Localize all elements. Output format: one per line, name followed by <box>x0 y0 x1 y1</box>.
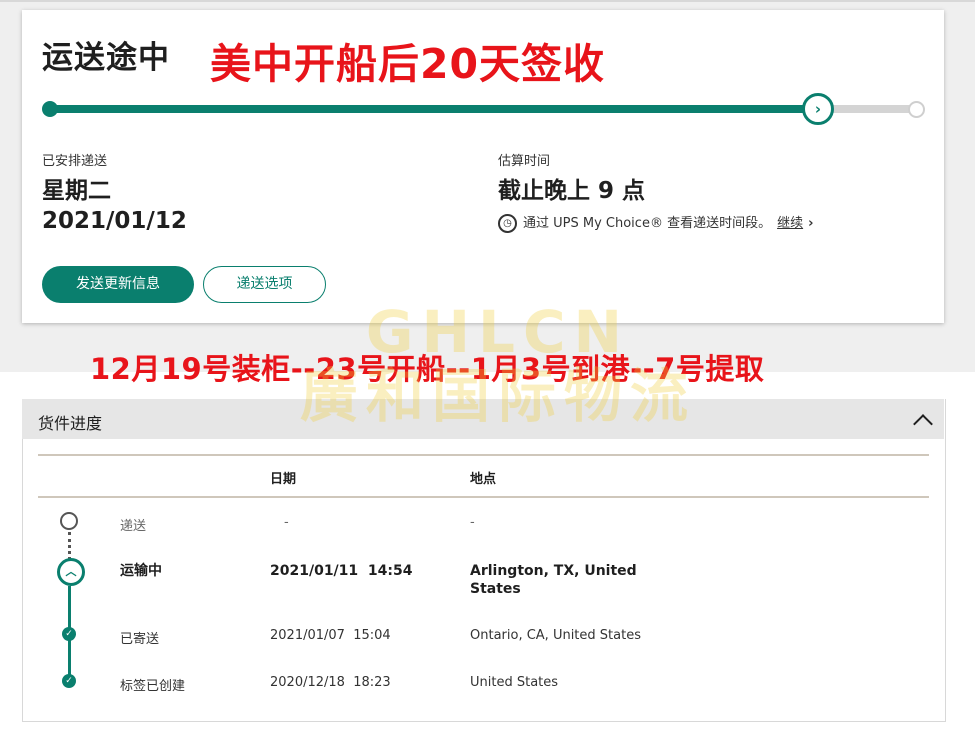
row-location-line1: Arlington, TX, United <box>470 563 637 579</box>
row-location: United States <box>470 675 559 690</box>
row-status: 运输中 <box>120 563 162 579</box>
top-divider <box>0 0 975 2</box>
scheduled-delivery-label: 已安排递送 <box>42 154 108 169</box>
shipment-progress-header[interactable]: 货件进度 <box>22 399 944 439</box>
shipment-progress-panel <box>22 399 946 722</box>
chevron-right-icon: › <box>808 216 814 231</box>
scheduled-day: 星期二 <box>42 178 111 204</box>
delivery-options-button[interactable]: 递送选项 <box>203 266 326 303</box>
progress-start-dot <box>42 101 58 117</box>
ups-my-choice-note: 通过 UPS My Choice® 查看递送时间段。 继续 › <box>523 212 813 231</box>
row-status: 已寄送 <box>120 632 160 647</box>
chevron-up-icon[interactable] <box>913 414 933 434</box>
overlay-headline: 美中开船后20天签收 <box>210 40 606 88</box>
row-date: 2021/01/07 15:04 <box>270 628 391 643</box>
delivery-status-card: 运送途中 美中开船后20天签收 › 已安排递送 星期二 2021/01/12 估… <box>22 10 944 323</box>
row-date: - <box>284 515 289 530</box>
continue-link[interactable]: 继续 <box>777 216 803 231</box>
row-status: 递送 <box>120 519 147 534</box>
progress-fill <box>50 105 821 113</box>
estimate-value: 截止晚上 9 点 <box>498 178 646 204</box>
row-location: Ontario, CA, United States <box>470 628 641 643</box>
table-top-divider <box>38 454 929 456</box>
row-date: 2021/01/11 14:54 <box>270 563 413 579</box>
column-header-date: 日期 <box>270 472 297 487</box>
estimate-label: 估算时间 <box>498 154 551 169</box>
overlay-timeline: 12月19号装柜--23号开船--1月3号到港--7号提取 <box>90 352 765 386</box>
send-updates-button[interactable]: 发送更新信息 <box>42 266 194 303</box>
row-location-line2: States <box>470 581 521 597</box>
table-header-divider <box>38 496 929 498</box>
pending-step-icon <box>60 512 78 530</box>
row-status: 标签已创建 <box>120 679 186 694</box>
row-location: - <box>470 515 475 530</box>
current-step-icon: ︿ <box>57 558 85 586</box>
check-icon: ✓ <box>62 627 76 641</box>
pending-connector <box>68 532 74 560</box>
panel-title: 货件进度 <box>38 414 103 433</box>
status-title: 运送途中 <box>42 40 170 76</box>
column-header-location: 地点 <box>470 472 497 487</box>
scheduled-date: 2021/01/12 <box>42 208 187 234</box>
progress-end-dot <box>908 101 925 118</box>
clock-icon: ◷ <box>498 214 517 233</box>
check-icon: ✓ <box>62 674 76 688</box>
ups-note-text: 通过 UPS My Choice® 查看递送时间段。 <box>523 216 772 231</box>
row-date: 2020/12/18 18:23 <box>270 675 391 690</box>
progress-current-icon: › <box>802 93 834 125</box>
